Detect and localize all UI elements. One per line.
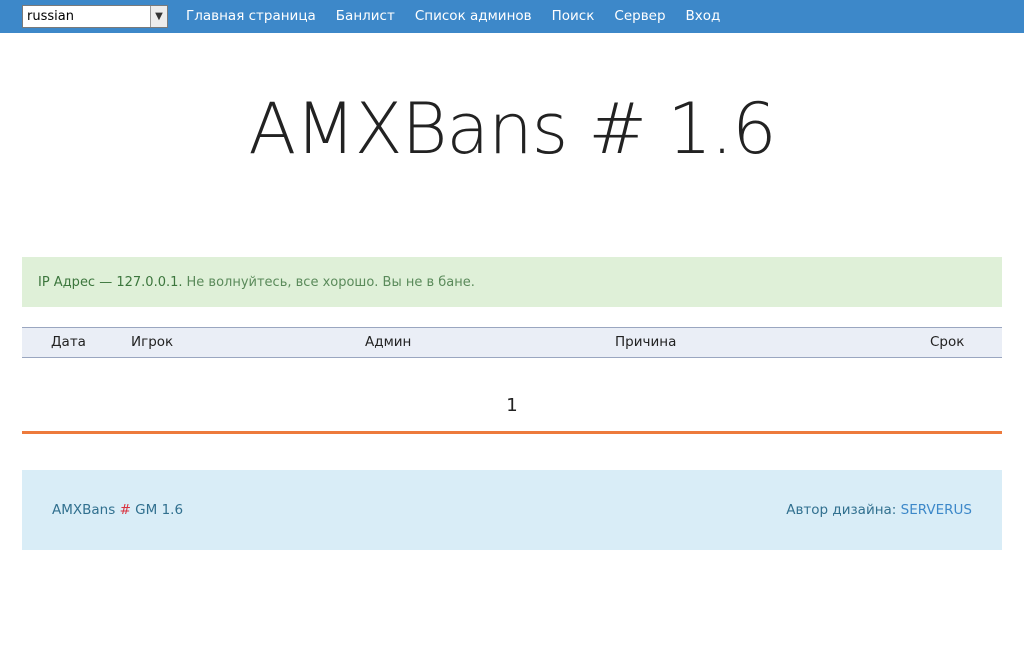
bans-table-header: Дата Игрок Админ Причина Срок xyxy=(22,327,1002,358)
top-navbar: russian ▼ Главная страница Банлист Списо… xyxy=(0,0,1024,33)
ip-address-label: IP Адрес — 127.0.0.1. xyxy=(38,274,183,290)
page-title: AMXBans # 1.6 xyxy=(248,88,776,170)
nav-link-banlist[interactable]: Банлист xyxy=(336,0,395,33)
language-select[interactable]: russian ▼ xyxy=(22,5,168,28)
chevron-down-icon[interactable]: ▼ xyxy=(150,6,167,27)
ip-status-alert: IP Адрес — 127.0.0.1. Не волнуйтесь, все… xyxy=(22,257,1002,307)
footer-version-text: GM 1.6 xyxy=(135,502,184,518)
main-nav: Главная страница Банлист Список админов … xyxy=(186,0,740,33)
column-header-term[interactable]: Срок xyxy=(930,328,964,357)
page-number-current[interactable]: 1 xyxy=(506,395,517,416)
footer-author-label: Автор дизайна: xyxy=(786,502,897,518)
ban-status-message: Не волнуйтесь, все хорошо. Вы не в бане. xyxy=(186,274,475,290)
footer-credits: Автор дизайна: SERVERUS xyxy=(786,470,972,550)
footer-author-link[interactable]: SERVERUS xyxy=(901,502,972,518)
nav-link-admin-list[interactable]: Список админов xyxy=(415,0,532,33)
nav-link-search[interactable]: Поиск xyxy=(552,0,595,33)
column-header-date[interactable]: Дата xyxy=(51,328,86,357)
footer-version: AMXBans # GM 1.6 xyxy=(52,470,183,550)
nav-link-login[interactable]: Вход xyxy=(686,0,721,33)
footer: AMXBans # GM 1.6 Автор дизайна: SERVERUS xyxy=(22,470,1002,550)
pagination: 1 xyxy=(0,394,1024,418)
nav-link-server[interactable]: Сервер xyxy=(614,0,665,33)
column-header-reason[interactable]: Причина xyxy=(615,328,676,357)
language-select-value: russian xyxy=(27,9,74,24)
column-header-admin[interactable]: Админ xyxy=(365,328,411,357)
footer-hash: # xyxy=(119,502,131,518)
column-header-player[interactable]: Игрок xyxy=(131,328,173,357)
nav-link-home[interactable]: Главная страница xyxy=(186,0,316,33)
section-divider xyxy=(22,431,1002,434)
footer-brand: AMXBans xyxy=(52,502,116,518)
